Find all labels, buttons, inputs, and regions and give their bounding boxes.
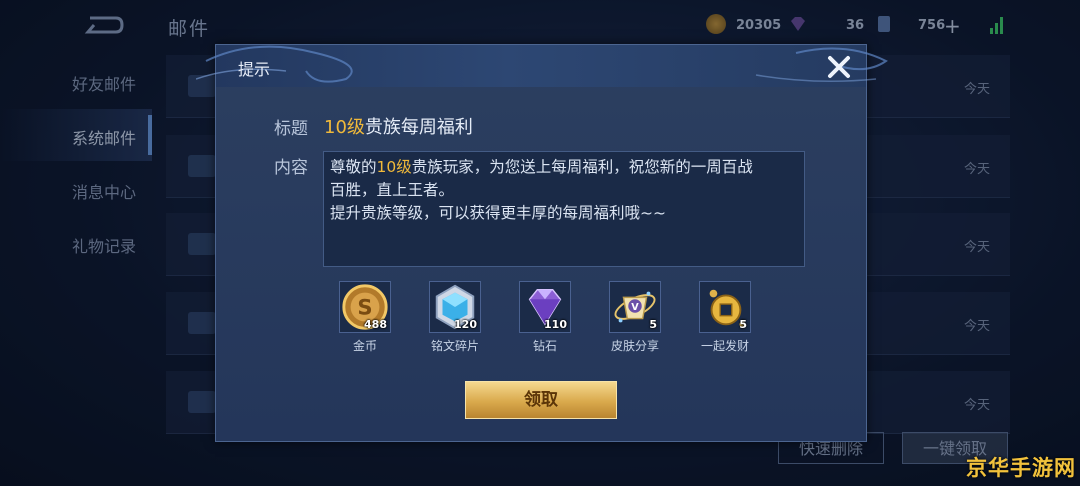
- reward-item-gold[interactable]: S 488 金币: [325, 281, 405, 361]
- reward-tile: 120: [429, 281, 481, 333]
- content-label: 内容: [274, 158, 308, 178]
- content-line-2: 百胜，直上王者。: [330, 181, 455, 199]
- mail-content-box: 尊敬的10级贵族玩家，为您送上每周福利，祝您新的一周百战 百胜，直上王者。 提升…: [323, 151, 805, 267]
- claim-button[interactable]: 领取: [465, 381, 617, 419]
- reward-tile: S 488: [339, 281, 391, 333]
- reward-count: 488: [364, 318, 387, 331]
- reward-mail-dialog: 提示 标题 10级贵族每周福利 内容 尊敬的10级贵族玩家，为您送上每周福利，祝…: [196, 44, 888, 442]
- reward-count: 5: [649, 318, 657, 331]
- reward-count: 110: [544, 318, 567, 331]
- content-text: 尊敬的: [330, 158, 377, 176]
- site-watermark: 京华手游网: [966, 456, 1076, 480]
- subject-text: 贵族每周福利: [364, 117, 473, 138]
- reward-tile: 110: [519, 281, 571, 333]
- reward-name: 钻石: [532, 339, 557, 353]
- close-icon[interactable]: [821, 49, 857, 85]
- dialog-title: 提示: [238, 60, 271, 79]
- dialog-header: 提示: [196, 45, 888, 87]
- reward-item-skin-share[interactable]: V 5 皮肤分享: [595, 281, 675, 361]
- svg-text:S: S: [357, 295, 372, 320]
- reward-count: 5: [739, 318, 747, 331]
- content-line-1: 尊敬的10级贵族玩家，为您送上每周福利，祝您新的一周百战: [330, 156, 798, 179]
- content-text: 贵族玩家，为您送上每周福利，祝您新的一周百战: [411, 158, 753, 176]
- reward-item-diamond[interactable]: 110 钻石: [505, 281, 585, 361]
- subject-level: 10级: [324, 117, 365, 138]
- content-line-3: 提升贵族等级，可以获得更丰厚的每周福利哦~~: [330, 204, 666, 222]
- reward-name: 金币: [352, 339, 377, 353]
- reward-count: 120: [454, 318, 477, 331]
- reward-tile: V 5: [609, 281, 661, 333]
- reward-tile: 5: [699, 281, 751, 333]
- mail-subject: 10级贵族每周福利: [324, 113, 473, 139]
- reward-name: 皮肤分享: [610, 339, 659, 353]
- subject-label: 标题: [274, 119, 308, 139]
- svg-text:V: V: [631, 302, 639, 313]
- reward-name: 一起发财: [700, 339, 749, 353]
- reward-name: 铭文碎片: [430, 339, 479, 353]
- reward-item-fortune-coin[interactable]: 5 一起发财: [685, 281, 765, 361]
- reward-item-inscription[interactable]: 120 铭文碎片: [415, 281, 495, 361]
- header-swirl-decoration: [196, 45, 888, 83]
- content-level: 10级: [376, 158, 412, 176]
